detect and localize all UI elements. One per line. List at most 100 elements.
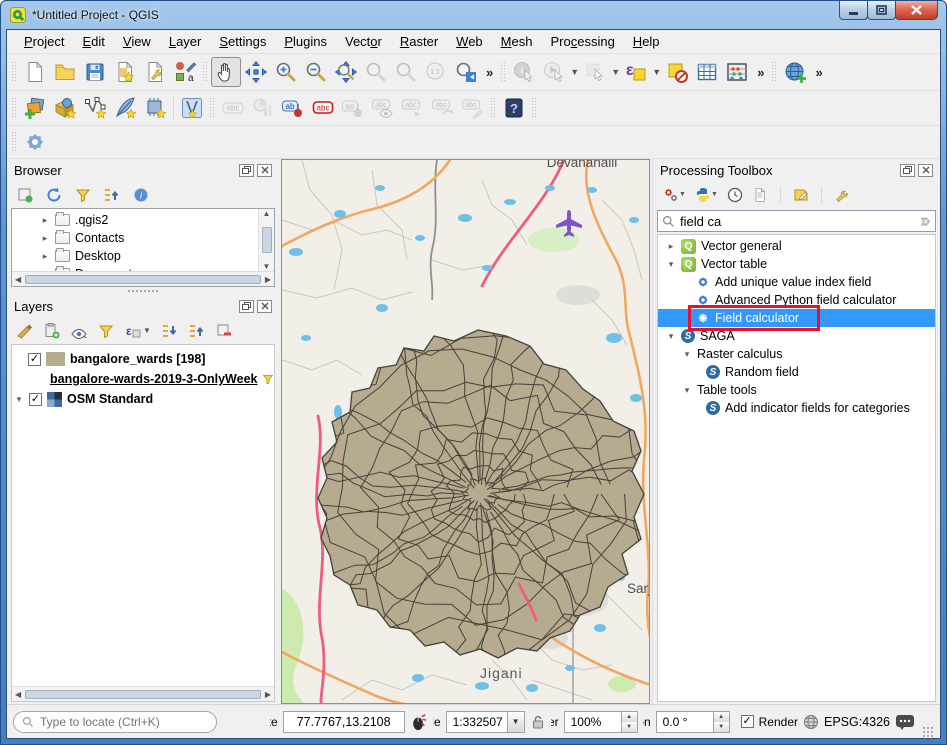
tree-group-vector-general[interactable]: ▸ Q Vector general: [658, 237, 935, 255]
history-icon[interactable]: [727, 187, 743, 203]
spin-up-icon[interactable]: ▲: [621, 711, 637, 722]
rotation-value[interactable]: 0.0 °: [655, 710, 714, 733]
processing-toolbox-toggle-button[interactable]: [20, 127, 50, 157]
properties-info-icon[interactable]: i: [133, 187, 149, 203]
tree-alg-random-field[interactable]: S Random field: [658, 363, 935, 381]
collapse-all-icon[interactable]: [189, 323, 205, 339]
layers-float-button[interactable]: [239, 299, 254, 313]
new-project-button[interactable]: [20, 57, 50, 87]
layers-horizontal-scrollbar[interactable]: ◀ ▶: [12, 686, 274, 701]
scroll-left-icon[interactable]: ◀: [15, 275, 21, 284]
data-source-manager-button[interactable]: [20, 93, 50, 123]
new-print-layout-button[interactable]: [110, 57, 140, 87]
spin-down-icon[interactable]: ▼: [713, 721, 729, 732]
scroll-thumb[interactable]: [25, 274, 261, 284]
toolbar-overflow-button[interactable]: »: [752, 65, 769, 80]
expand-icon[interactable]: ▸: [40, 215, 50, 226]
restore-button[interactable]: [867, 1, 896, 20]
layers-close-button[interactable]: [257, 299, 272, 313]
toggle-extents-icon[interactable]: [410, 713, 428, 731]
feature-action-dropdown[interactable]: ▼: [569, 57, 580, 87]
coordinate-display[interactable]: 77.7767,13.2108: [282, 710, 405, 733]
pin-unpin-labels-button[interactable]: ab: [338, 93, 368, 123]
crs-status[interactable]: EPSG:4326: [824, 715, 890, 729]
tree-group-saga[interactable]: ▾ S SAGA: [658, 327, 935, 345]
menu-view[interactable]: View: [114, 31, 160, 52]
zoom-to-layer-button[interactable]: [391, 57, 421, 87]
spin-down-icon[interactable]: ▼: [621, 721, 637, 732]
filter-browser-icon[interactable]: [75, 187, 91, 203]
filter-legend-icon[interactable]: [98, 323, 114, 339]
select-features-button[interactable]: [580, 57, 610, 87]
browser-float-button[interactable]: [239, 163, 254, 177]
python-console-button[interactable]: ▼: [695, 187, 718, 203]
scroll-left-icon[interactable]: ◀: [15, 690, 21, 699]
toolbar-handle[interactable]: [209, 97, 216, 119]
expand-icon[interactable]: ▸: [666, 241, 676, 252]
minimize-button[interactable]: [839, 1, 868, 20]
layer-diagram-button[interactable]: [248, 93, 278, 123]
processing-tree[interactable]: ▸ Q Vector general ▾ Q Vector table Add uniq…: [657, 234, 936, 702]
manage-visibility-icon[interactable]: [71, 323, 87, 339]
zoom-full-extent-button[interactable]: [331, 57, 361, 87]
crs-globe-icon[interactable]: [803, 714, 819, 730]
run-feature-action-button[interactable]: [539, 57, 569, 87]
layer-styling-icon[interactable]: [17, 323, 33, 339]
locate-box[interactable]: [13, 710, 217, 733]
layer-row-osm[interactable]: ▾ ✓ OSM Standard: [12, 389, 274, 409]
menu-raster[interactable]: Raster: [391, 31, 447, 52]
deselect-all-button[interactable]: [662, 57, 692, 87]
processing-close-button[interactable]: [918, 163, 933, 177]
layers-list[interactable]: ✓ bangalore_wards [198] bangalore-wards-…: [11, 344, 275, 702]
new-geopackage-layer-button[interactable]: [50, 93, 80, 123]
toolbar-handle[interactable]: [11, 131, 18, 153]
expand-all-icon[interactable]: [162, 323, 178, 339]
collapse-icon[interactable]: ▾: [666, 331, 676, 342]
layer-labeling-button[interactable]: abc: [218, 93, 248, 123]
browser-item-contacts[interactable]: ▸ Contacts: [12, 229, 274, 247]
statistics-button[interactable]: [722, 57, 752, 87]
title-bar[interactable]: *Untitled Project - QGIS: [1, 1, 946, 29]
search-input[interactable]: [680, 213, 913, 229]
render-checkbox[interactable]: ✓: [740, 715, 754, 728]
help-button[interactable]: ?: [499, 93, 529, 123]
collapse-icon[interactable]: ▾: [666, 259, 676, 270]
browser-item-desktop[interactable]: ▸ Desktop: [12, 247, 274, 265]
pan-map-button[interactable]: [211, 57, 241, 87]
layer-visibility-checkbox[interactable]: ✓: [28, 352, 41, 366]
new-spatialite-layer-button[interactable]: [110, 93, 140, 123]
expand-icon[interactable]: ▸: [40, 233, 50, 244]
collapse-icon[interactable]: ▾: [14, 394, 24, 405]
browser-close-button[interactable]: [257, 163, 272, 177]
add-group-icon[interactable]: [44, 322, 60, 339]
menu-edit[interactable]: Edit: [73, 31, 113, 52]
toolbar-handle[interactable]: [500, 61, 508, 83]
new-temporary-scratch-layer-button[interactable]: [140, 93, 170, 123]
chevron-down-icon[interactable]: ▼: [507, 710, 525, 733]
expand-icon[interactable]: ▸: [40, 251, 50, 262]
menu-settings[interactable]: Settings: [210, 31, 275, 52]
toolbar-handle[interactable]: [11, 97, 18, 119]
layer-filter-icon[interactable]: [262, 373, 274, 385]
menu-project[interactable]: Project: [15, 31, 73, 52]
zoom-in-button[interactable]: [271, 57, 301, 87]
locate-input[interactable]: [40, 714, 208, 729]
layout-manager-button[interactable]: [140, 57, 170, 87]
processing-search-box[interactable]: [657, 210, 936, 232]
select-by-expression-dropdown[interactable]: ▼: [651, 57, 662, 87]
toolbar-handle[interactable]: [11, 61, 18, 83]
scroll-thumb[interactable]: [261, 227, 272, 253]
browser-item-qgis2[interactable]: ▸ .qgis2: [12, 211, 274, 229]
filter-expression-button[interactable]: ε ▼: [125, 323, 151, 339]
zoom-native-button[interactable]: 1:1: [421, 57, 451, 87]
map-canvas[interactable]: Devanahalli Sarj Jigani: [281, 159, 650, 704]
close-button[interactable]: [895, 1, 938, 20]
scroll-up-icon[interactable]: ▲: [263, 209, 271, 218]
scale-combo[interactable]: 1:332507 ▼: [445, 710, 525, 733]
results-viewer-icon[interactable]: [752, 187, 768, 203]
tree-alg-add-indicator-fields[interactable]: S Add indicator fields for categories: [658, 399, 935, 417]
save-project-button[interactable]: [80, 57, 110, 87]
toolbar-overflow-button[interactable]: »: [810, 65, 827, 80]
show-hide-labels-button[interactable]: abc: [308, 93, 338, 123]
menu-vector[interactable]: Vector: [336, 31, 391, 52]
